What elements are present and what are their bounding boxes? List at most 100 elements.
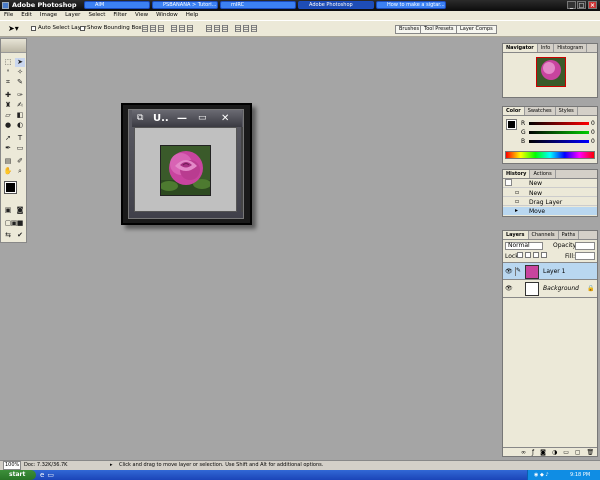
tab-info[interactable]: Info [538,44,555,52]
minimize-button[interactable]: _ [567,1,576,9]
layer-name[interactable]: Background [543,285,579,292]
menu-view[interactable]: View [135,11,148,20]
lasso-tool-icon[interactable]: ᐤ [3,68,13,77]
distribute-right-icon[interactable] [251,25,257,32]
quick-mask-mode-icon[interactable]: ◙ [15,206,25,215]
layer-row[interactable]: 👁 Background 🔒 [503,280,597,298]
imageready-jump-icon[interactable]: ⇆ [3,231,13,240]
move-tool-preset-icon[interactable]: ➤▾ [8,24,19,33]
well-layer-comps[interactable]: Layer Comps [456,25,497,34]
lock-all-icon[interactable] [541,252,547,258]
task-psbanana[interactable]: PSBANANA > Tutori... [152,1,218,9]
task-photoshop[interactable]: Adobe Photoshop [298,1,374,9]
history-item[interactable]: New [503,179,597,188]
align-top-icon[interactable] [142,25,148,32]
new-group-icon[interactable]: ▭ [563,448,569,456]
channel-b-slider[interactable] [529,140,589,143]
tab-history[interactable]: History [503,170,531,178]
adjustment-layer-icon[interactable]: ◑ [552,448,557,456]
dodge-tool-icon[interactable]: ◐ [15,121,25,130]
channel-g-slider[interactable] [529,131,589,134]
layer-mask-icon[interactable]: ◙ [540,448,546,456]
tab-color[interactable]: Color [503,107,525,115]
bounding-box-checkbox[interactable] [80,26,85,31]
menu-help[interactable]: Help [186,11,199,20]
align-vcenter-icon[interactable] [150,25,156,32]
doc-close-button[interactable]: ✕ [221,110,229,127]
eraser-tool-icon[interactable]: ▱ [3,111,13,120]
blend-mode-select[interactable]: Normal [505,242,543,250]
color-spectrum-ramp[interactable] [505,151,595,159]
distribute-top-icon[interactable] [206,25,212,32]
doc-size[interactable]: Doc: 7.32K/36.7K [24,461,67,470]
healing-brush-tool-icon[interactable]: ✚ [3,91,13,100]
task-sigtar[interactable]: How to make a sigtar... [376,1,446,9]
channel-r-slider[interactable] [529,122,589,125]
tab-actions[interactable]: Actions [530,170,556,178]
maximize-button[interactable]: □ [577,1,586,9]
tray-icons[interactable]: ◉ ◆ ♪ [534,470,549,480]
tab-swatches[interactable]: Swatches [525,107,556,115]
well-tool-presets[interactable]: Tool Presets [420,25,458,34]
clone-stamp-tool-icon[interactable]: ♜ [3,101,13,110]
channel-g-value[interactable]: 0 [591,129,595,136]
foreground-color-swatch[interactable] [4,181,17,194]
screen-mode-full-icon[interactable]: ■ [15,219,25,228]
shape-tool-icon[interactable]: ▭ [15,144,25,153]
layer-visibility-eye-icon[interactable]: 👁 [505,268,513,275]
brush-tool-icon[interactable]: ✑ [15,91,25,100]
crop-tool-icon[interactable]: ⌗ [3,78,13,87]
gradient-tool-icon[interactable]: ◧ [15,111,25,120]
lock-pixels-icon[interactable] [525,252,531,258]
start-button[interactable]: start [0,470,36,480]
standard-mode-icon[interactable]: ▣ [3,206,13,215]
align-right-icon[interactable] [187,25,193,32]
doc-maximize-button[interactable]: ▭ [198,110,207,127]
distribute-left-icon[interactable] [235,25,241,32]
navigator-thumbnail[interactable] [536,57,566,87]
menu-edit[interactable]: Edit [21,11,32,20]
channel-b-value[interactable]: 0 [591,138,595,145]
doc-minimize-button[interactable]: — [177,110,187,127]
slice-tool-icon[interactable]: ✎ [15,78,25,87]
task-aim[interactable]: AIM [84,1,150,9]
hand-tool-icon[interactable]: ✋ [3,167,13,176]
notes-tool-icon[interactable]: ▤ [3,157,13,166]
menu-file[interactable]: File [4,11,13,20]
channel-r-value[interactable]: 0 [591,120,595,127]
marquee-tool-icon[interactable]: ⬚ [3,58,13,67]
layer-name[interactable]: Layer 1 [543,268,565,275]
delete-layer-icon[interactable]: 🗑 [587,448,595,456]
color-foreground-swatch[interactable] [506,119,517,130]
auto-select-checkbox[interactable] [31,26,36,31]
menu-window[interactable]: Window [156,11,178,20]
path-selection-tool-icon[interactable]: ➚ [3,134,13,143]
distribute-hcenter-icon[interactable] [243,25,249,32]
history-item[interactable]: ▫ Drag Layer [503,198,597,206]
type-tool-icon[interactable]: T [15,134,25,143]
tab-navigator[interactable]: Navigator [503,44,538,52]
pen-tool-icon[interactable]: ✒ [3,144,13,153]
align-hcenter-icon[interactable] [179,25,185,32]
layer-row-selected[interactable]: 👁 ✎ Layer 1 [503,262,597,280]
blur-tool-icon[interactable]: ● [3,121,13,130]
opacity-field[interactable] [575,242,595,250]
tab-histogram[interactable]: Histogram [554,44,588,52]
move-tool-icon[interactable]: ➤ [15,58,25,67]
layer-visibility-eye-icon[interactable]: 👁 [505,285,513,292]
history-brush-tool-icon[interactable]: ✍ [15,101,25,110]
menu-layer[interactable]: Layer [65,11,80,20]
fill-field[interactable] [575,252,595,260]
menu-select[interactable]: Select [88,11,105,20]
align-left-icon[interactable] [171,25,177,32]
lock-position-icon[interactable] [533,252,539,258]
tab-channels[interactable]: Channels [529,231,559,239]
lock-transparency-icon[interactable] [517,252,523,258]
menu-image[interactable]: Image [40,11,57,20]
task-mirc[interactable]: mIRC [220,1,296,9]
tab-styles[interactable]: Styles [556,107,578,115]
distribute-vcenter-icon[interactable] [214,25,220,32]
edit-in-imageready-icon[interactable]: ✔ [15,231,25,240]
document-title-bar[interactable]: ⧉ U.. — ▭ ✕ [132,110,242,127]
layer-style-icon[interactable]: ƒ [532,448,534,456]
